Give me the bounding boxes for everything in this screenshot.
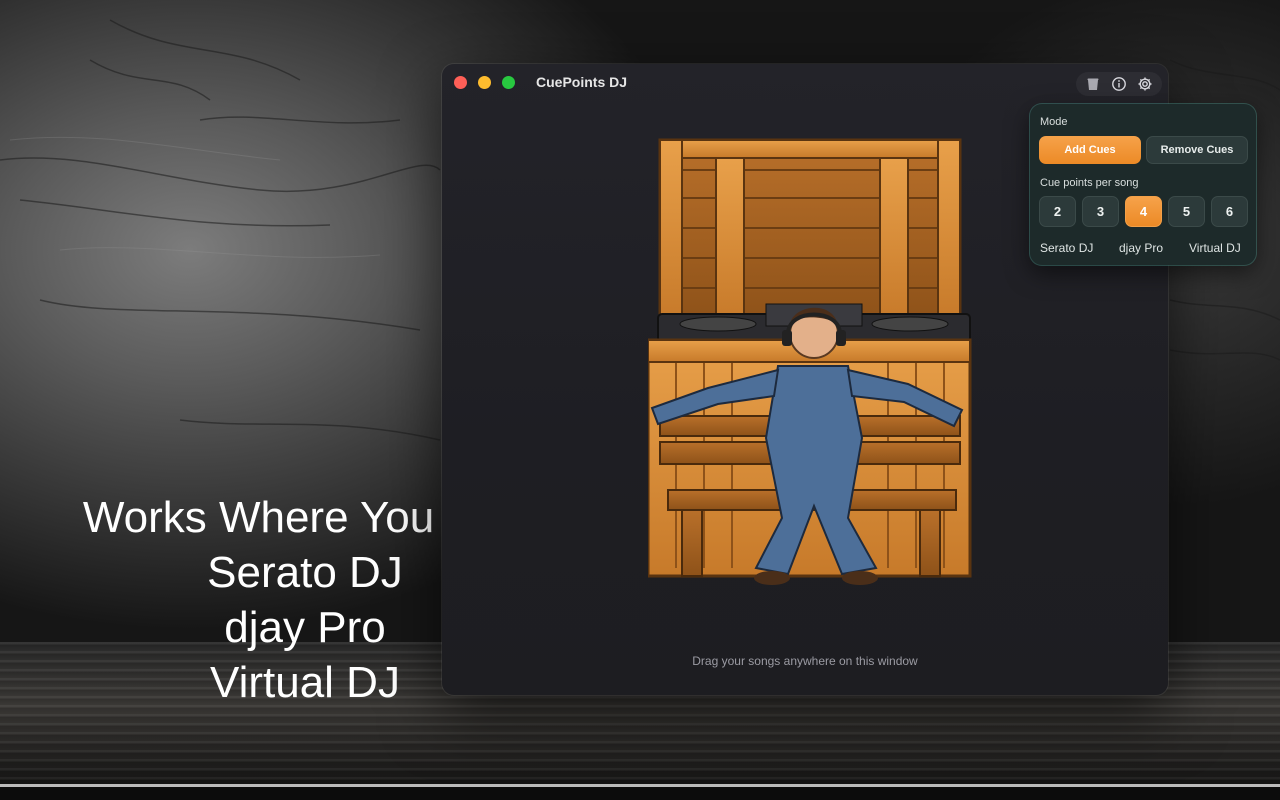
cue-option-2[interactable]: 2 — [1039, 196, 1076, 227]
cue-option-3[interactable]: 3 — [1082, 196, 1119, 227]
window-title: CuePoints DJ — [536, 74, 628, 90]
platform-serato[interactable]: Serato DJ — [1040, 241, 1093, 255]
add-cues-button[interactable]: Add Cues — [1039, 136, 1141, 164]
platform-djay[interactable]: djay Pro — [1119, 241, 1163, 255]
floor-bottom — [0, 787, 1280, 800]
cue-option-5[interactable]: 5 — [1168, 196, 1205, 227]
toolbar-group — [1076, 72, 1162, 96]
minimize-button[interactable] — [478, 76, 491, 89]
gear-icon[interactable] — [1137, 76, 1153, 92]
close-button[interactable] — [454, 76, 467, 89]
settings-popover: Mode Add Cues Remove Cues Cue points per… — [1030, 104, 1256, 265]
crate-dj-illustration — [646, 138, 978, 613]
zoom-button[interactable] — [502, 76, 515, 89]
mode-label: Mode — [1040, 116, 1068, 128]
platform-virtualdj[interactable]: Virtual DJ — [1189, 241, 1241, 255]
cue-option-4[interactable]: 4 — [1125, 196, 1162, 227]
info-icon[interactable] — [1111, 76, 1127, 92]
trash-icon[interactable] — [1085, 76, 1101, 92]
remove-cues-button[interactable]: Remove Cues — [1146, 136, 1248, 164]
drop-hint: Drag your songs anywhere on this window — [692, 654, 918, 668]
cue-option-6[interactable]: 6 — [1211, 196, 1248, 227]
cues-per-song-label: Cue points per song — [1040, 177, 1139, 189]
title-bar[interactable]: CuePoints DJ — [442, 64, 1168, 102]
